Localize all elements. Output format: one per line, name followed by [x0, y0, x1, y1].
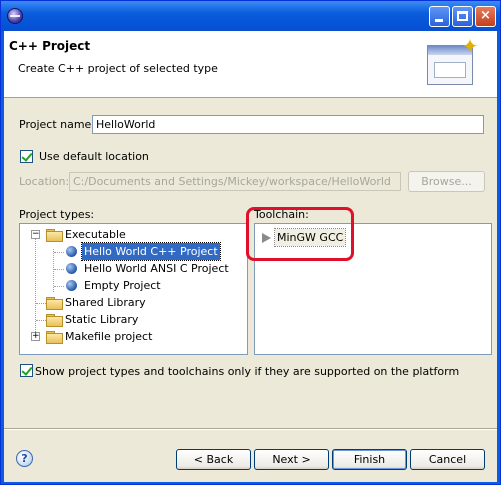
tree-item-hello-world-ansi-c[interactable]: Hello World ANSI C Project	[20, 260, 247, 277]
tree-item-hello-world-cpp[interactable]: Hello World C++ Project	[20, 242, 247, 261]
wizard-window: × C++ Project Create C++ project of sele…	[0, 0, 501, 485]
expand-icon[interactable]: +	[31, 332, 40, 341]
tree-item-label: Shared Library	[65, 296, 146, 309]
title-bar[interactable]: ×	[1, 1, 500, 31]
tree-item-empty-project[interactable]: Empty Project	[20, 277, 247, 294]
tree-item-executable[interactable]: − Executable	[20, 226, 247, 243]
show-supported-label: Show project types and toolchains only i…	[35, 365, 460, 378]
maximize-button[interactable]	[452, 6, 473, 27]
close-button[interactable]: ×	[475, 6, 496, 27]
banner-window-body	[434, 62, 466, 78]
project-name-label: Project name:	[19, 118, 96, 131]
tree-item-shared-library[interactable]: Shared Library	[20, 294, 247, 311]
close-icon: ×	[480, 8, 491, 23]
minimize-icon	[435, 19, 443, 22]
tree-item-label: Makefile project	[65, 330, 153, 343]
project-types-label: Project types:	[19, 208, 95, 221]
tree-item-makefile-project[interactable]: + Makefile project	[20, 328, 247, 345]
minimize-button[interactable]	[429, 6, 450, 27]
folder-icon	[46, 331, 63, 344]
tree-item-label: Executable	[65, 228, 126, 241]
use-default-location-label: Use default location	[39, 150, 149, 163]
tree-item-label: Empty Project	[84, 279, 161, 292]
location-field[interactable]: C:/Documents and Settings/Mickey/workspa…	[69, 172, 401, 191]
tree-item-static-library[interactable]: Static Library	[20, 311, 247, 328]
use-default-location-checkbox[interactable]	[20, 150, 33, 163]
tree-item-label: Hello World C++ Project	[81, 242, 221, 261]
tree-item-label: Static Library	[65, 313, 139, 326]
next-button[interactable]: Next >	[254, 449, 329, 470]
finish-button[interactable]: Finish	[332, 449, 407, 470]
browse-button[interactable]: Browse...	[408, 171, 485, 192]
project-template-icon	[66, 280, 77, 291]
eclipse-app-icon	[7, 8, 23, 24]
open-folder-icon	[46, 229, 63, 242]
project-name-field[interactable]: HelloWorld	[92, 115, 484, 134]
show-supported-checkbox[interactable]	[20, 364, 33, 377]
maximize-icon	[457, 11, 468, 21]
wizard-header: C++ Project Create C++ project of select…	[4, 31, 497, 98]
folder-icon	[46, 314, 63, 327]
project-types-tree[interactable]: − Executable Hello World C++ Project Hel…	[19, 223, 248, 355]
collapse-icon[interactable]: −	[31, 230, 40, 239]
project-template-icon	[66, 246, 77, 257]
page-title: C++ Project	[9, 39, 91, 53]
help-icon[interactable]: ?	[16, 450, 33, 467]
back-button[interactable]: < Back	[176, 449, 251, 470]
location-label: Location:	[19, 175, 70, 188]
footer-separator	[4, 428, 497, 430]
page-description: Create C++ project of selected type	[18, 62, 218, 75]
cancel-button[interactable]: Cancel	[410, 449, 485, 470]
tree-item-label: Hello World ANSI C Project	[84, 262, 229, 275]
wizard-client-area: C++ Project Create C++ project of select…	[4, 31, 497, 482]
project-template-icon	[66, 263, 77, 274]
sparkle-icon: ✦	[461, 34, 479, 58]
folder-icon	[46, 297, 63, 310]
annotation-highlight-box	[246, 207, 354, 261]
